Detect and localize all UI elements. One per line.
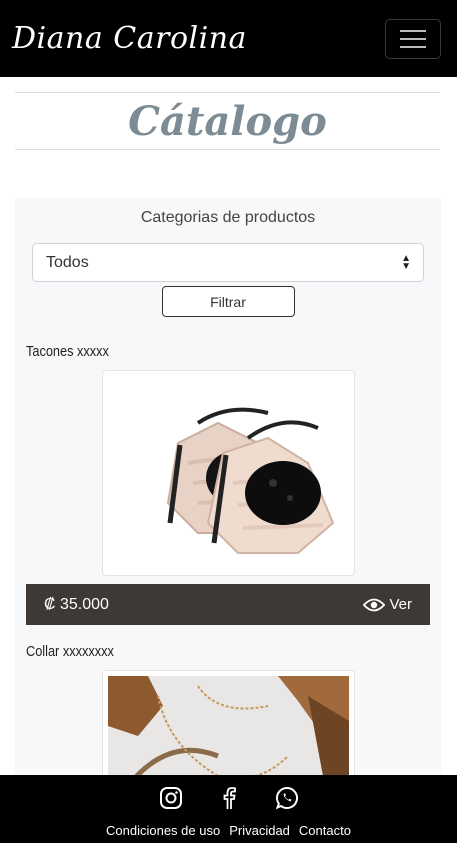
hamburger-icon	[400, 29, 426, 32]
view-product-link[interactable]: Ver	[363, 596, 412, 613]
product-name: Collar xxxxxxxx	[26, 643, 114, 660]
menu-toggle-button[interactable]	[385, 18, 441, 59]
necklace-image	[107, 676, 349, 788]
eye-icon	[363, 598, 386, 611]
category-select[interactable]: Todos ▲ ▼	[32, 243, 424, 282]
catalog-panel: Categorias de productos Todos ▲ ▼ Filtrar…	[15, 198, 441, 790]
price-bar: ₡ 35.000 Ver	[26, 584, 430, 625]
product-price: ₡ 35.000	[44, 595, 109, 613]
view-label: Ver	[389, 596, 412, 613]
whatsapp-icon[interactable]	[275, 786, 299, 810]
product-name: Tacones xxxxx	[26, 343, 109, 360]
category-select-value: Todos	[46, 253, 89, 271]
footer: Condiciones de uso Privacidad Contacto	[0, 775, 457, 843]
navbar: Diana Carolina	[0, 0, 457, 77]
contact-link[interactable]: Contacto	[299, 823, 351, 838]
category-label: Categorias de productos	[140, 209, 316, 226]
privacy-link[interactable]: Privacidad	[229, 823, 290, 838]
heels-image	[166, 407, 335, 554]
product-image-heels[interactable]	[101, 370, 355, 576]
brand-logo[interactable]: Diana Carolina	[12, 21, 247, 56]
filter-button[interactable]: Filtrar	[161, 286, 295, 317]
terms-link[interactable]: Condiciones de uso	[106, 823, 220, 838]
title-section: Cátalogo	[15, 92, 440, 150]
footer-links: Condiciones de uso Privacidad Contacto	[106, 823, 351, 838]
page-title: Cátalogo	[128, 97, 327, 145]
instagram-icon[interactable]	[159, 786, 183, 810]
product-image-necklace[interactable]	[101, 670, 355, 790]
select-arrows-icon: ▲ ▼	[401, 252, 411, 272]
social-links	[159, 786, 299, 810]
facebook-icon[interactable]	[217, 786, 241, 810]
